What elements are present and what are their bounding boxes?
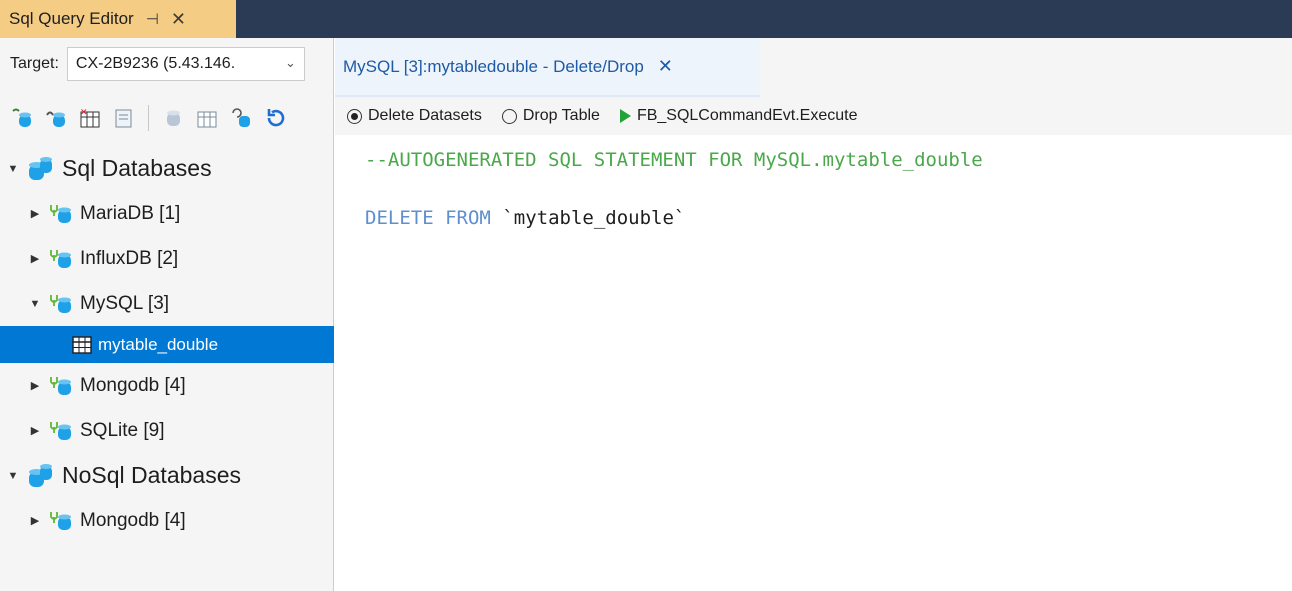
tree-node-label: NoSql Databases bbox=[62, 462, 241, 488]
drop-table-label: Drop Table bbox=[522, 107, 600, 124]
collapse-arrow-icon[interactable]: ▼ bbox=[6, 470, 20, 482]
tree-node-mytable-double[interactable]: mytable_double bbox=[0, 326, 334, 363]
explorer-pane: Target: CX-2B9236 (5.43.146. ⌄ ✕ ▼ Sql D… bbox=[0, 38, 334, 591]
delete-datasets-label: Delete Datasets bbox=[368, 107, 482, 124]
expand-arrow-icon[interactable]: ▶ bbox=[28, 379, 42, 392]
db-connection-icon bbox=[48, 203, 74, 225]
database-group-icon bbox=[26, 156, 56, 182]
tree-node-label: MySQL [3] bbox=[80, 292, 170, 314]
close-icon[interactable]: ✕ bbox=[171, 9, 186, 30]
close-tab-icon[interactable]: ✕ bbox=[658, 56, 673, 77]
chevron-down-icon: ⌄ bbox=[285, 55, 296, 70]
tree-node-label: Mongodb [4] bbox=[80, 509, 186, 531]
database-tree: ▼ Sql Databases ▶ MariaDB [1] ▶ InfluxDB… bbox=[0, 146, 334, 543]
tree-node-mongodb[interactable]: ▶ Mongodb [4] bbox=[0, 363, 334, 408]
connect-icon[interactable] bbox=[8, 104, 36, 132]
refresh-connection-icon[interactable] bbox=[227, 104, 255, 132]
table-icon bbox=[72, 335, 92, 354]
tree-node-label: Sql Databases bbox=[62, 155, 212, 181]
database-group-icon bbox=[26, 463, 56, 489]
tree-node-label: Mongodb [4] bbox=[80, 374, 186, 396]
sql-keyword-from: FROM bbox=[445, 207, 491, 229]
db-connection-icon bbox=[48, 248, 74, 270]
title-bar: Sql Query Editor ⊣ ✕ bbox=[0, 0, 1292, 38]
collapse-arrow-icon[interactable]: ▼ bbox=[6, 163, 20, 175]
disconnect-icon[interactable] bbox=[42, 104, 70, 132]
sql-editor[interactable]: --AUTOGENERATED SQL STATEMENT FOR MySQL.… bbox=[335, 135, 1292, 591]
code-comment-line: --AUTOGENERATED SQL STATEMENT FOR MySQL.… bbox=[365, 149, 983, 171]
expand-arrow-icon[interactable]: ▶ bbox=[28, 207, 42, 220]
tool-window-tab[interactable]: Sql Query Editor ⊣ ✕ bbox=[0, 0, 236, 38]
db-connection-icon bbox=[48, 510, 74, 532]
tree-node-sqlite[interactable]: ▶ SQLite [9] bbox=[0, 408, 334, 453]
expand-arrow-icon[interactable]: ▶ bbox=[28, 514, 42, 527]
pin-icon[interactable]: ⊣ bbox=[146, 10, 159, 28]
expand-arrow-icon[interactable]: ▶ bbox=[28, 252, 42, 265]
toolbar-separator bbox=[148, 105, 149, 131]
sql-keyword-delete: DELETE bbox=[365, 207, 434, 229]
explorer-toolbar: ✕ bbox=[0, 98, 334, 138]
expand-arrow-icon[interactable]: ▶ bbox=[28, 424, 42, 437]
editor-tab[interactable]: MySQL [3]:mytabledouble - Delete/Drop ✕ bbox=[335, 38, 760, 97]
svg-text:✕: ✕ bbox=[80, 108, 88, 118]
target-value: CX-2B9236 (5.43.146. bbox=[75, 55, 236, 72]
table-icon[interactable] bbox=[193, 104, 221, 132]
drop-table-option[interactable]: Drop Table bbox=[501, 107, 600, 125]
execute-label: FB_SQLCommandEvt.Execute bbox=[636, 107, 858, 124]
refresh-icon[interactable] bbox=[261, 104, 289, 132]
collapse-arrow-icon[interactable]: ▼ bbox=[28, 298, 42, 310]
radio-selected-icon[interactable] bbox=[347, 108, 362, 124]
query-icon[interactable] bbox=[110, 104, 138, 132]
target-row: Target: CX-2B9236 (5.43.146. ⌄ bbox=[0, 38, 334, 90]
delete-table-icon[interactable]: ✕ bbox=[76, 104, 104, 132]
play-icon bbox=[619, 109, 631, 123]
radio-unselected-icon[interactable] bbox=[501, 108, 517, 124]
tree-node-mysql[interactable]: ▼ MySQL [3] bbox=[0, 281, 334, 326]
database-icon[interactable] bbox=[159, 104, 187, 132]
tree-node-sql-databases[interactable]: ▼ Sql Databases bbox=[0, 146, 334, 191]
target-dropdown[interactable]: CX-2B9236 (5.43.146. ⌄ bbox=[66, 47, 305, 81]
delete-datasets-option[interactable]: Delete Datasets bbox=[347, 107, 482, 125]
db-connection-icon bbox=[48, 293, 74, 315]
command-bar: Delete Datasets Drop Table FB_SQLCommand… bbox=[335, 97, 1292, 135]
db-connection-icon bbox=[48, 375, 74, 397]
tree-node-nosql-mongodb[interactable]: ▶ Mongodb [4] bbox=[0, 498, 334, 543]
editor-tab-title: MySQL [3]:mytabledouble - Delete/Drop bbox=[343, 56, 644, 76]
sql-table-identifier: `mytable_double` bbox=[502, 207, 686, 229]
tree-node-nosql-databases[interactable]: ▼ NoSql Databases bbox=[0, 453, 334, 498]
tree-node-label: InfluxDB [2] bbox=[80, 247, 179, 269]
tree-node-influxdb[interactable]: ▶ InfluxDB [2] bbox=[0, 236, 334, 281]
tree-node-mariadb[interactable]: ▶ MariaDB [1] bbox=[0, 191, 334, 236]
tree-node-label: SQLite [9] bbox=[80, 419, 165, 441]
tree-node-label: MariaDB [1] bbox=[80, 202, 181, 224]
execute-button[interactable]: FB_SQLCommandEvt.Execute bbox=[619, 107, 858, 125]
code-statement-line: DELETE FROM `mytable_double` bbox=[365, 207, 685, 229]
tree-node-label: mytable_double bbox=[98, 334, 219, 354]
tab-strip bbox=[760, 38, 1292, 97]
db-connection-icon bbox=[48, 420, 74, 442]
tool-window-title: Sql Query Editor bbox=[9, 9, 134, 28]
target-label: Target: bbox=[10, 55, 59, 72]
